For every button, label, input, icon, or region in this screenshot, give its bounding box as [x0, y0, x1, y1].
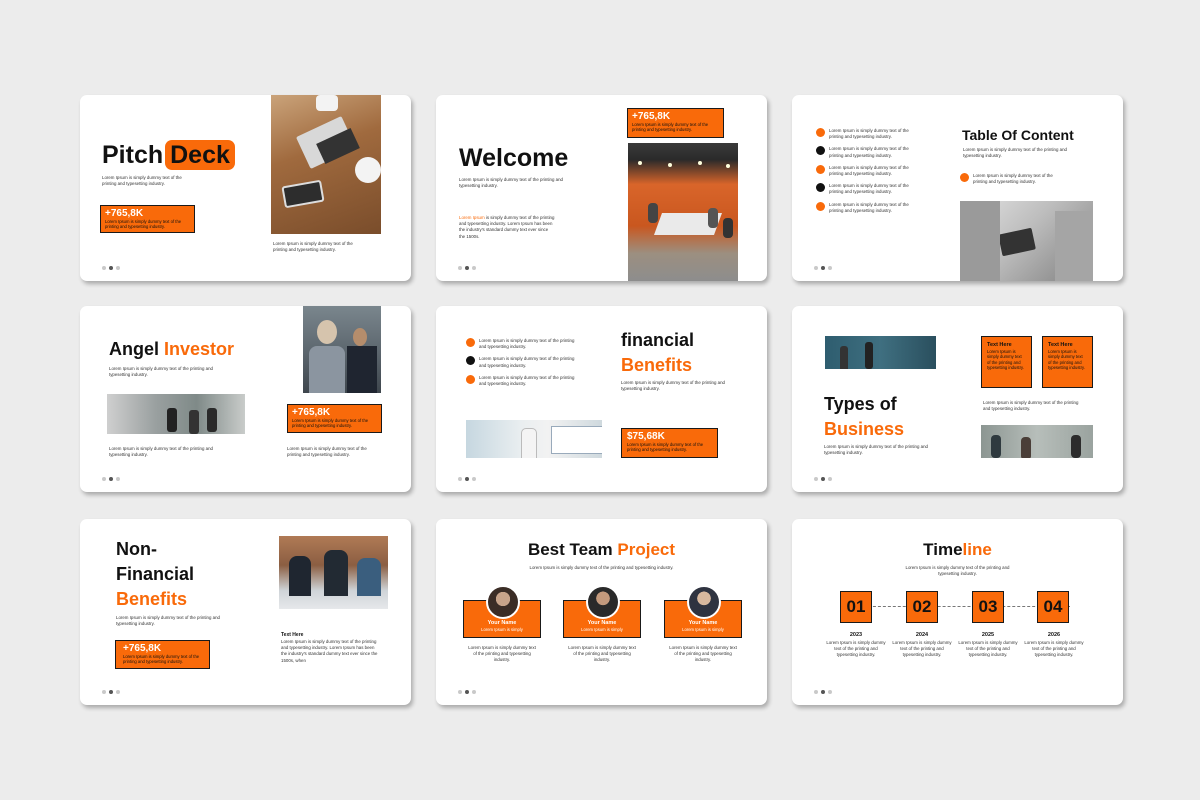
slide-welcome[interactable]: Welcome Lorem Ipsum is simply dummy text…	[436, 95, 767, 281]
slide-non-financial-benefits[interactable]: Non- Financial Benefits Lorem Ipsum is s…	[80, 519, 411, 705]
intro-text: Lorem Ipsum is simply dummy text of the …	[459, 177, 563, 189]
list-item: Lorem Ipsum is simply dummy text of the …	[816, 164, 916, 177]
slide-nav-dots-icon	[458, 477, 476, 481]
avatar	[687, 585, 721, 619]
welcome-paragraph: Lorem Ipsum is simply dummy text of the …	[459, 215, 555, 239]
intro-text: Lorem Ipsum is simply dummy text of the …	[102, 175, 182, 187]
slide-nav-dots-icon	[814, 690, 832, 694]
office-lobby-photo	[107, 394, 245, 434]
intro-text: Lorem Ipsum is simply dummy text of the …	[116, 615, 220, 627]
intro-text: Lorem Ipsum is simply dummy text of the …	[963, 147, 1067, 159]
avatar	[586, 585, 620, 619]
slide-nav-dots-icon	[458, 266, 476, 270]
stat-box: +765,8K Lorem Ipsum is simply dummy text…	[287, 404, 382, 433]
slide-nav-dots-icon	[814, 266, 832, 270]
slide-nav-dots-icon	[102, 477, 120, 481]
timeline-step-2: 02	[906, 591, 966, 623]
stat-box: +765,8K Lorem Ipsum is simply dummy text…	[100, 205, 195, 233]
slide-title: Types of Business	[824, 394, 905, 439]
slide-title: Welcome	[459, 144, 569, 172]
bullet-list: Lorem Ipsum is simply dummy text of the …	[466, 338, 576, 387]
slide-pitch-deck[interactable]: Pitch Deck Lorem Ipsum is simply dummy t…	[80, 95, 411, 281]
laptop-photo	[271, 95, 381, 234]
meeting-women-photo	[303, 306, 381, 393]
slide-best-team-project[interactable]: Best Team Project Lorem Ipsum is simply …	[436, 519, 767, 705]
slide-timeline[interactable]: Timeline Lorem Ipsum is simply dummy tex…	[792, 519, 1123, 705]
slide-financial-benefits[interactable]: Lorem Ipsum is simply dummy text of the …	[436, 306, 767, 492]
stat-box: $75,68K Lorem Ipsum is simply dummy text…	[621, 428, 718, 458]
list-item: Lorem Ipsum is simply dummy text of the …	[466, 356, 576, 368]
list-item: Lorem Ipsum is simply dummy text of the …	[816, 146, 916, 158]
slide-title: Timeline	[923, 540, 992, 559]
year-2023: 2023	[849, 632, 863, 638]
text-box-2: Text Here Lorem Ipsum is simply dummy te…	[1042, 336, 1093, 388]
stat-box: +765,8K Lorem Ipsum is simply dummy text…	[627, 108, 724, 138]
box-caption: Lorem Ipsum is simply dummy text of the …	[983, 400, 1079, 412]
list-item: Lorem Ipsum is simply dummy text of the …	[816, 183, 916, 195]
intro-text: Lorem Ipsum is simply dummy text of the …	[621, 380, 725, 392]
slide-table-of-content[interactable]: Lorem Ipsum is simply dummy text of the …	[792, 95, 1123, 281]
timeline-step-3: 03	[972, 591, 1032, 623]
coworkers-photo	[981, 425, 1093, 458]
year-2025: 2025	[981, 632, 995, 638]
list-item: Lorem Ipsum is simply dummy text of the …	[816, 128, 916, 140]
text-here-label: Text Here	[281, 632, 304, 638]
year-2024: 2024	[915, 632, 929, 638]
slide-title: Angel Investor	[109, 339, 235, 359]
slide-nav-dots-icon	[102, 690, 120, 694]
slide-title: Non- Financial Benefits	[116, 539, 195, 609]
slide-title: Table Of Content	[962, 127, 1074, 143]
slide-title: Best Team Project	[527, 540, 676, 559]
list-item: Lorem Ipsum is simply dummy text of the …	[466, 338, 576, 350]
intro-text: Lorem Ipsum is simply dummy text of the …	[529, 565, 674, 570]
timeline-step-1: 01	[840, 591, 900, 623]
intro-text: Lorem Ipsum is simply dummy text of the …	[905, 565, 1010, 577]
list-item: Lorem Ipsum is simply dummy text of the …	[466, 374, 576, 387]
timeline-step-4: 04	[1037, 591, 1097, 623]
slide-title: Pitch Deck	[102, 140, 235, 170]
text-box-1: Text Here Lorem Ipsum is simply dummy te…	[981, 336, 1032, 388]
avatar	[486, 585, 520, 619]
slide-angel-investor[interactable]: Angel Investor Lorem Ipsum is simply dum…	[80, 306, 411, 492]
slide-nav-dots-icon	[102, 266, 120, 270]
slide-types-of-business[interactable]: Types of Business Lorem Ipsum is simply …	[792, 306, 1123, 492]
whiteboard-photo	[825, 336, 936, 369]
office-meeting-photo	[628, 143, 738, 281]
intro-text: Lorem Ipsum is simply dummy text of the …	[824, 444, 928, 456]
bullet-list: Lorem Ipsum is simply dummy text of the …	[816, 128, 916, 214]
intro-text: Lorem Ipsum is simply dummy text of the …	[109, 366, 213, 378]
slide-title: financial Benefits	[621, 330, 695, 375]
slide-nav-dots-icon	[814, 477, 832, 481]
list-item: Lorem Ipsum is simply dummy text of the …	[960, 173, 1060, 185]
list-item: Lorem Ipsum is simply dummy text of the …	[816, 201, 916, 214]
year-2026: 2026	[1047, 632, 1061, 638]
team-tablet-photo	[960, 201, 1093, 281]
photo-caption: Lorem Ipsum is simply dummy text of the …	[273, 241, 353, 253]
business-meeting-photo	[279, 536, 388, 609]
description-paragraph: Lorem Ipsum is simply dummy text of the …	[281, 639, 378, 663]
stat-box: +765,8K Lorem Ipsum is simply dummy text…	[115, 640, 210, 669]
left-caption: Lorem Ipsum is simply dummy text of the …	[109, 446, 213, 458]
right-caption: Lorem Ipsum is simply dummy text of the …	[287, 446, 367, 458]
slide-nav-dots-icon	[458, 690, 476, 694]
presentation-screen-photo	[466, 420, 602, 458]
